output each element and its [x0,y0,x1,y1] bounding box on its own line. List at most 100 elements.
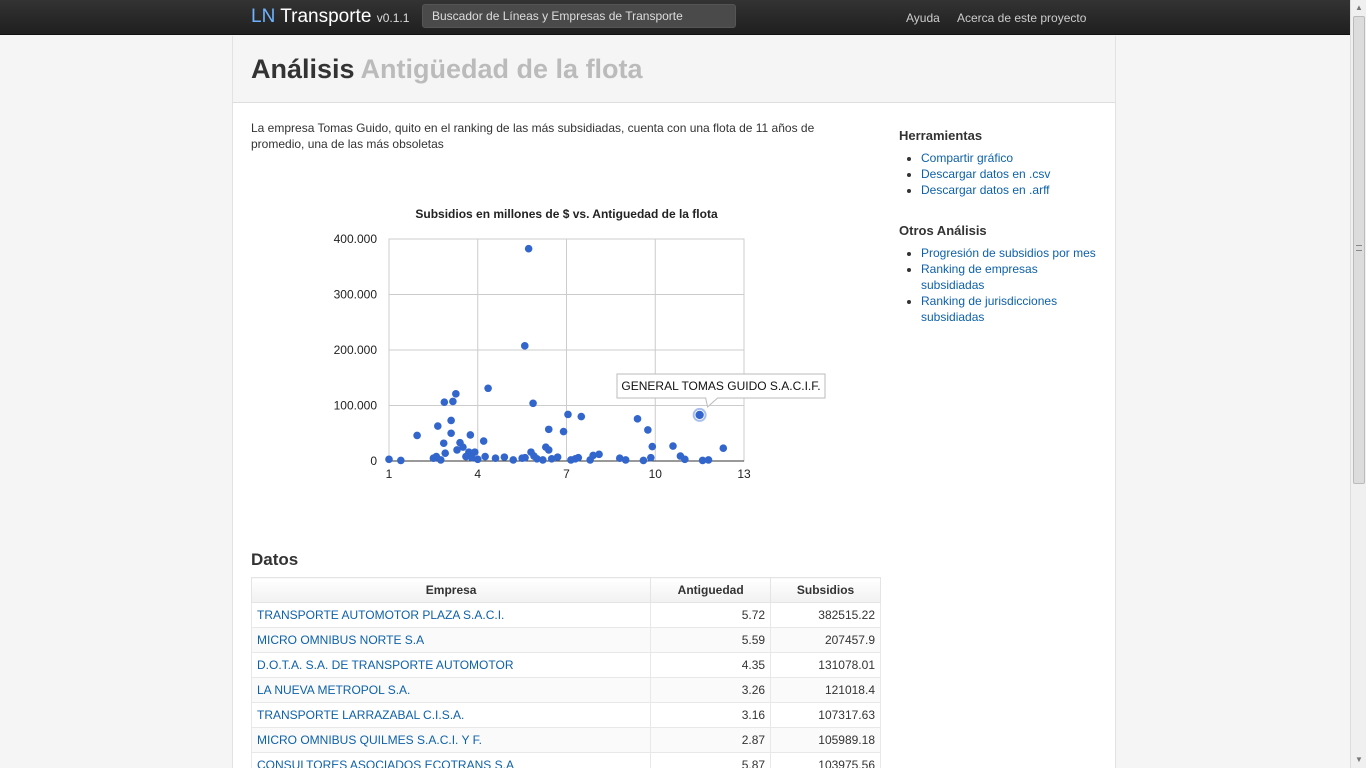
tools-list: Compartir gráfico Descargar datos en .cs… [921,150,1099,198]
intro-text: La empresa Tomas Guido, quito en el rank… [251,121,815,151]
grip-icon [1356,245,1362,251]
age-cell: 5.87 [650,752,772,768]
company-link[interactable]: MICRO OMNIBUS QUILMES S.A.C.I. Y F. [257,733,482,747]
download-csv-link[interactable]: Descargar datos en .csv [921,167,1050,181]
chart-svg: Subsidios en millones de $ vs. Antigueda… [334,207,826,481]
data-point [397,456,405,465]
company-cell: CONSULTORES ASOCIADOS ECOTRANS S.A [250,752,652,768]
data-point [447,429,455,438]
x-tick-label: 13 [737,467,751,481]
age-cell: 5.72 [650,602,772,628]
page-title-main: Análisis [251,54,355,84]
data-point [647,453,655,462]
subsidy-cell: 121018.4 [770,677,881,703]
column-header-empresa[interactable]: Empresa [250,577,652,603]
data-point [434,422,442,430]
y-tick-label: 300.000 [334,288,378,302]
data-point [385,455,393,464]
data-point [574,453,583,462]
chart-title: Subsidios en millones de $ vs. Antigueda… [415,207,718,221]
company-cell: MICRO OMNIBUS NORTE S.A [250,627,652,653]
data-point [520,342,529,350]
x-tick-label: 4 [474,467,481,481]
sidebar: Herramientas Compartir gráfico Descargar… [899,128,1099,350]
vertical-scrollbar[interactable]: ▲ ▼ [1350,0,1366,768]
table-header-row: Empresa Antiguedad Subsidios [250,577,881,603]
data-point [436,456,445,464]
company-link[interactable]: CONSULTORES ASOCIADOS ECOTRANS S.A [257,758,514,768]
data-point [704,456,713,464]
data-point [484,384,492,393]
data-point [648,442,657,451]
table-row: LA NUEVA METROPOL S.A. 3.26 121018.4 [250,677,881,703]
age-cell: 4.35 [650,652,772,678]
subsidy-progression-link[interactable]: Progresión de subsidios por mes [921,246,1096,260]
company-cell: TRANSPORTE LARRAZABAL C.I.S.A. [250,702,652,728]
company-cell: TRANSPORTE AUTOMOTOR PLAZA S.A.C.I. [250,602,652,628]
subsidy-cell: 105989.18 [770,727,881,753]
y-tick-label: 100.000 [334,399,378,413]
column-header-antiguedad[interactable]: Antiguedad [650,577,772,603]
company-link[interactable]: D.O.T.A. S.A. DE TRANSPORTE AUTOMOTOR [257,658,514,672]
company-link[interactable]: LA NUEVA METROPOL S.A. [257,683,410,697]
brand-prefix: LN [251,6,276,27]
nav-link-acerca[interactable]: Acerca de este proyecto [957,11,1086,25]
other-analysis-list: Progresión de subsidios por mes Ranking … [921,245,1099,325]
data-point [644,426,652,434]
other-analysis-heading: Otros Análisis [899,223,987,238]
scrollbar-thumb[interactable] [1353,16,1365,484]
table-row: TRANSPORTE LARRAZABAL C.I.S.A. 3.16 1073… [250,702,881,728]
brand-logo[interactable]: LN Transporte v0.1.1 [251,6,409,28]
company-link[interactable]: TRANSPORTE AUTOMOTOR PLAZA S.A.C.I. [257,608,504,622]
data-point [466,431,475,439]
data-point [633,415,642,423]
data-point [452,390,460,398]
data-point [500,453,509,461]
company-link[interactable]: TRANSPORTE LARRAZABAL C.I.S.A. [257,708,464,722]
nav-link-ayuda[interactable]: Ayuda [906,11,940,25]
data-point [529,399,537,408]
data-point [553,453,562,461]
column-header-subsidios[interactable]: Subsidios [770,577,881,603]
table-row: D.O.T.A. S.A. DE TRANSPORTE AUTOMOTOR 4.… [250,652,881,678]
subsidy-cell: 382515.22 [770,602,881,628]
scroll-down-arrow-icon[interactable]: ▼ [1351,752,1366,768]
data-point [544,446,553,454]
brand-name: Transporte [280,6,372,27]
tooltip-label: GENERAL TOMAS GUIDO S.A.C.I.F. [621,379,820,393]
data-point [447,416,455,425]
jurisdiction-ranking-link[interactable]: Ranking de jurisdicciones subsidiadas [921,294,1057,324]
age-cell: 2.87 [650,727,772,753]
company-cell: MICRO OMNIBUS QUILMES S.A.C.I. Y F. [250,727,652,753]
scroll-up-arrow-icon[interactable]: ▲ [1351,0,1366,16]
data-point [621,456,630,464]
download-arff-link[interactable]: Descargar datos en .arff [921,183,1050,197]
data-point [441,449,450,458]
tools-item: Descargar datos en .csv [921,166,1099,182]
y-tick-label: 400.000 [334,232,378,246]
data-point [439,439,448,448]
page-header: Análisis Antigüedad de la flota [233,36,1115,103]
data-point [539,456,547,464]
data-point [559,427,568,436]
data-point [524,244,533,253]
age-cell: 3.26 [650,677,772,703]
other-analysis-item: Progresión de subsidios por mes [921,245,1099,261]
data-point [479,437,488,445]
table-row: MICRO OMNIBUS NORTE S.A 5.59 207457.9 [250,627,881,653]
share-chart-link[interactable]: Compartir gráfico [921,151,1013,165]
data-point [669,442,677,450]
company-link[interactable]: MICRO OMNIBUS NORTE S.A [257,633,424,647]
data-point [719,444,728,453]
data-point [470,448,479,456]
tools-item: Compartir gráfico [921,150,1099,166]
subsidy-cell: 131078.01 [770,652,881,678]
age-cell: 3.16 [650,702,772,728]
data-point [639,456,648,465]
company-cell: D.O.T.A. S.A. DE TRANSPORTE AUTOMOTOR [250,652,652,678]
company-ranking-link[interactable]: Ranking de empresas subsidiadas [921,262,1038,292]
search-input[interactable] [422,4,736,28]
data-point [473,455,482,464]
data-point [413,431,421,440]
page-title: Análisis Antigüedad de la flota [251,54,643,85]
